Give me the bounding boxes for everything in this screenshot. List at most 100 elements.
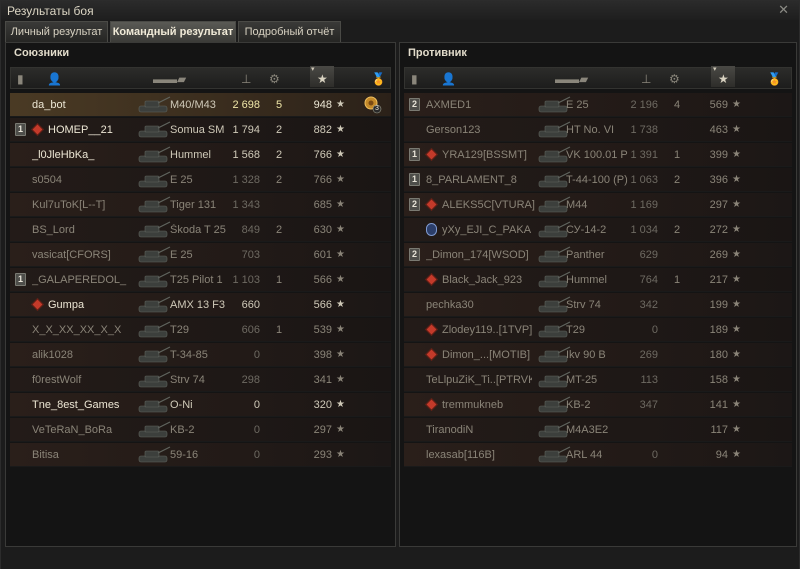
player-name[interactable]: YRA129[BSSMT] [442, 149, 548, 161]
player-name[interactable]: Bitisa [32, 449, 130, 461]
player-row[interactable]: 1 8_PARLAMENT_8 T-44-100 (P) 1 063 2 396 ★ [404, 168, 792, 192]
player-row[interactable]: pechka30 Strv 74 342 199 ★ [404, 293, 792, 317]
player-name[interactable]: yXy_EJI_C_PAKA [442, 224, 548, 236]
player-row[interactable]: vasicat[CFORS] E 25 703 601 ★ [10, 243, 391, 267]
player-name[interactable]: Black_Jack_923 [442, 274, 548, 286]
player-name[interactable]: _GALAPEREDOL_ [32, 274, 130, 286]
star-icon[interactable]: ★ [317, 72, 328, 86]
player-row[interactable]: lexasab[116B] ARL 44 0 94 ★ [404, 443, 792, 467]
player-row[interactable]: 1 HOMEP__21 Somua SM 1 794 2 882 ★ [10, 118, 391, 142]
medal-icon[interactable]: 🏅 [371, 72, 386, 86]
player-row[interactable]: 2 ALEKS5C[VTURA] M44 1 169 297 ★ [404, 193, 792, 217]
battle-results-window: Результаты боя ✕ Личный результат Команд… [0, 0, 800, 569]
clan-emblem-icon [426, 324, 437, 335]
star-icon: ★ [732, 99, 741, 110]
damage-icon[interactable]: ⊥ [241, 72, 251, 86]
medal-icon[interactable]: 3 [362, 94, 382, 114]
kills-icon[interactable]: ⚙ [669, 72, 680, 86]
player-name[interactable]: ALEKS5C[VTURA] [442, 199, 548, 211]
player-row[interactable]: alik1028 T-34-85 0 398 ★ [10, 343, 391, 367]
player-row[interactable]: Zlodey119..[1TVP] T29 0 189 ★ [404, 318, 792, 342]
player-row[interactable]: BS_Lord Škoda T 25 849 2 630 ★ [10, 218, 391, 242]
player-row[interactable]: f0restWolf Strv 74 298 341 ★ [10, 368, 391, 392]
player-row[interactable]: da_bot M40/M43 2 698 5 948 ★ 3 [10, 93, 391, 117]
platoon-icon[interactable]: ▮ [17, 72, 24, 86]
player-name[interactable]: tremmukneb [442, 399, 548, 411]
player-row[interactable]: 2 AXMED1 E 25 2 196 4 569 ★ [404, 93, 792, 117]
player-row[interactable]: s0504 E 25 1 328 2 766 ★ [10, 168, 391, 192]
tank-name: T-44-100 (P) [566, 174, 628, 186]
player-name[interactable]: Gumpa [48, 299, 146, 311]
player-name[interactable]: Gerson123 [426, 124, 532, 136]
player-row[interactable]: Black_Jack_923 Hummel 764 1 217 ★ [404, 268, 792, 292]
player-name[interactable]: _Dimon_174[WSOD] [426, 249, 532, 261]
player-name[interactable]: HOMEP__21 [48, 124, 146, 136]
damage-value: 1 343 [232, 199, 260, 211]
player-name[interactable]: Zlodey119..[1TVP] [442, 324, 548, 336]
player-name[interactable]: s0504 [32, 174, 130, 186]
damage-value: 2 196 [630, 99, 658, 111]
player-row[interactable]: Gumpa AMX 13 F3 660 566 ★ [10, 293, 391, 317]
player-name[interactable]: f0restWolf [32, 374, 130, 386]
player-row[interactable]: TeLlpuZiK_Ti..[PTRVK] MT-25 113 158 ★ [404, 368, 792, 392]
player-icon[interactable]: 👤 [441, 72, 456, 86]
player-row[interactable]: Bitisa 59-16 0 293 ★ [10, 443, 391, 467]
star-icon: ★ [336, 299, 345, 310]
kills-value: 1 [674, 149, 681, 161]
player-name[interactable]: alik1028 [32, 349, 130, 361]
sort-arrow-icon: ▾ [713, 66, 717, 73]
player-row[interactable]: VeTeRaN_BoRa KB-2 0 297 ★ [10, 418, 391, 442]
xp-value: 396 [709, 174, 728, 186]
player-name[interactable]: Tne_8est_Games [32, 399, 130, 411]
player-row[interactable]: 1 _GALAPEREDOL_ T25 Pilot 1 1 103 1 566 ★ [10, 268, 391, 292]
close-icon[interactable]: ✕ [778, 2, 789, 18]
player-icon[interactable]: 👤 [47, 72, 62, 86]
player-name[interactable]: VeTeRaN_BoRa [32, 424, 130, 436]
player-name[interactable]: AXMED1 [426, 99, 532, 111]
player-name[interactable]: TeLlpuZiK_Ti..[PTRVK] [426, 374, 532, 386]
tab-team-result[interactable]: Командный результат [110, 21, 236, 42]
player-row[interactable]: Kul7uToK[L--T] Tiger 131 1 343 685 ★ [10, 193, 391, 217]
player-row[interactable]: 1 YRA129[BSSMT] VK 100.01 P1 391 1 399 ★ [404, 143, 792, 167]
platoon-icon[interactable]: ▮ [411, 72, 418, 86]
tab-detailed-report[interactable]: Подробный отчёт [238, 21, 341, 42]
player-name[interactable]: Dimon_...[MOTIB] [442, 349, 548, 361]
xp-value: 217 [709, 274, 728, 286]
player-row[interactable]: Gerson123 HT No. VI 1 738 463 ★ [404, 118, 792, 142]
xp-value: 320 [313, 399, 332, 411]
tank-icon [136, 444, 172, 465]
player-name[interactable]: vasicat[CFORS] [32, 249, 130, 261]
tab-personal-result[interactable]: Личный результат [5, 21, 108, 42]
player-row[interactable]: tremmukneb KB-2 347 141 ★ [404, 393, 792, 417]
player-name[interactable]: da_bot [32, 99, 130, 111]
player-row[interactable]: Dimon_...[MOTIB] Ikv 90 B 269 180 ★ [404, 343, 792, 367]
player-row[interactable]: Tne_8est_Games O-Ni 0 320 ★ [10, 393, 391, 417]
kills-value: 1 [674, 274, 681, 286]
tank-name: СУ-14-2 [566, 224, 607, 236]
player-name[interactable]: Kul7uToK[L--T] [32, 199, 130, 211]
kills-icon[interactable]: ⚙ [269, 72, 280, 86]
player-name[interactable]: TiranodiN [426, 424, 532, 436]
player-row[interactable]: yXy_EJI_C_PAKA СУ-14-2 1 034 2 272 ★ [404, 218, 792, 242]
star-icon[interactable]: ★ [718, 72, 729, 86]
player-row[interactable]: X_X_XX_XX_X_X T29 606 1 539 ★ [10, 318, 391, 342]
tank-icon[interactable]: ▬▬▰ [555, 72, 588, 86]
damage-icon[interactable]: ⊥ [641, 72, 651, 86]
tank-icon[interactable]: ▬▬▰ [153, 72, 186, 86]
player-name[interactable]: X_X_XX_XX_X_X [32, 324, 130, 336]
damage-value: 606 [241, 324, 260, 336]
damage-value: 2 698 [232, 99, 260, 111]
medal-icon[interactable]: 🏅 [767, 72, 782, 86]
player-row[interactable]: _l0JleHbKa_ Hummel 1 568 2 766 ★ [10, 143, 391, 167]
kills-value: 4 [674, 99, 681, 111]
player-row[interactable]: 2 _Dimon_174[WSOD] Panther 629 269 ★ [404, 243, 792, 267]
tank-name: Strv 74 [566, 299, 601, 311]
player-name[interactable]: lexasab[116B] [426, 449, 532, 461]
player-name[interactable]: BS_Lord [32, 224, 130, 236]
player-row[interactable]: TiranodiN M4A3E2 117 ★ [404, 418, 792, 442]
player-name[interactable]: _l0JleHbKa_ [32, 149, 130, 161]
player-name[interactable]: 8_PARLAMENT_8 [426, 174, 532, 186]
player-name[interactable]: pechka30 [426, 299, 532, 311]
star-icon: ★ [732, 399, 741, 410]
kills-value: 2 [674, 224, 681, 236]
